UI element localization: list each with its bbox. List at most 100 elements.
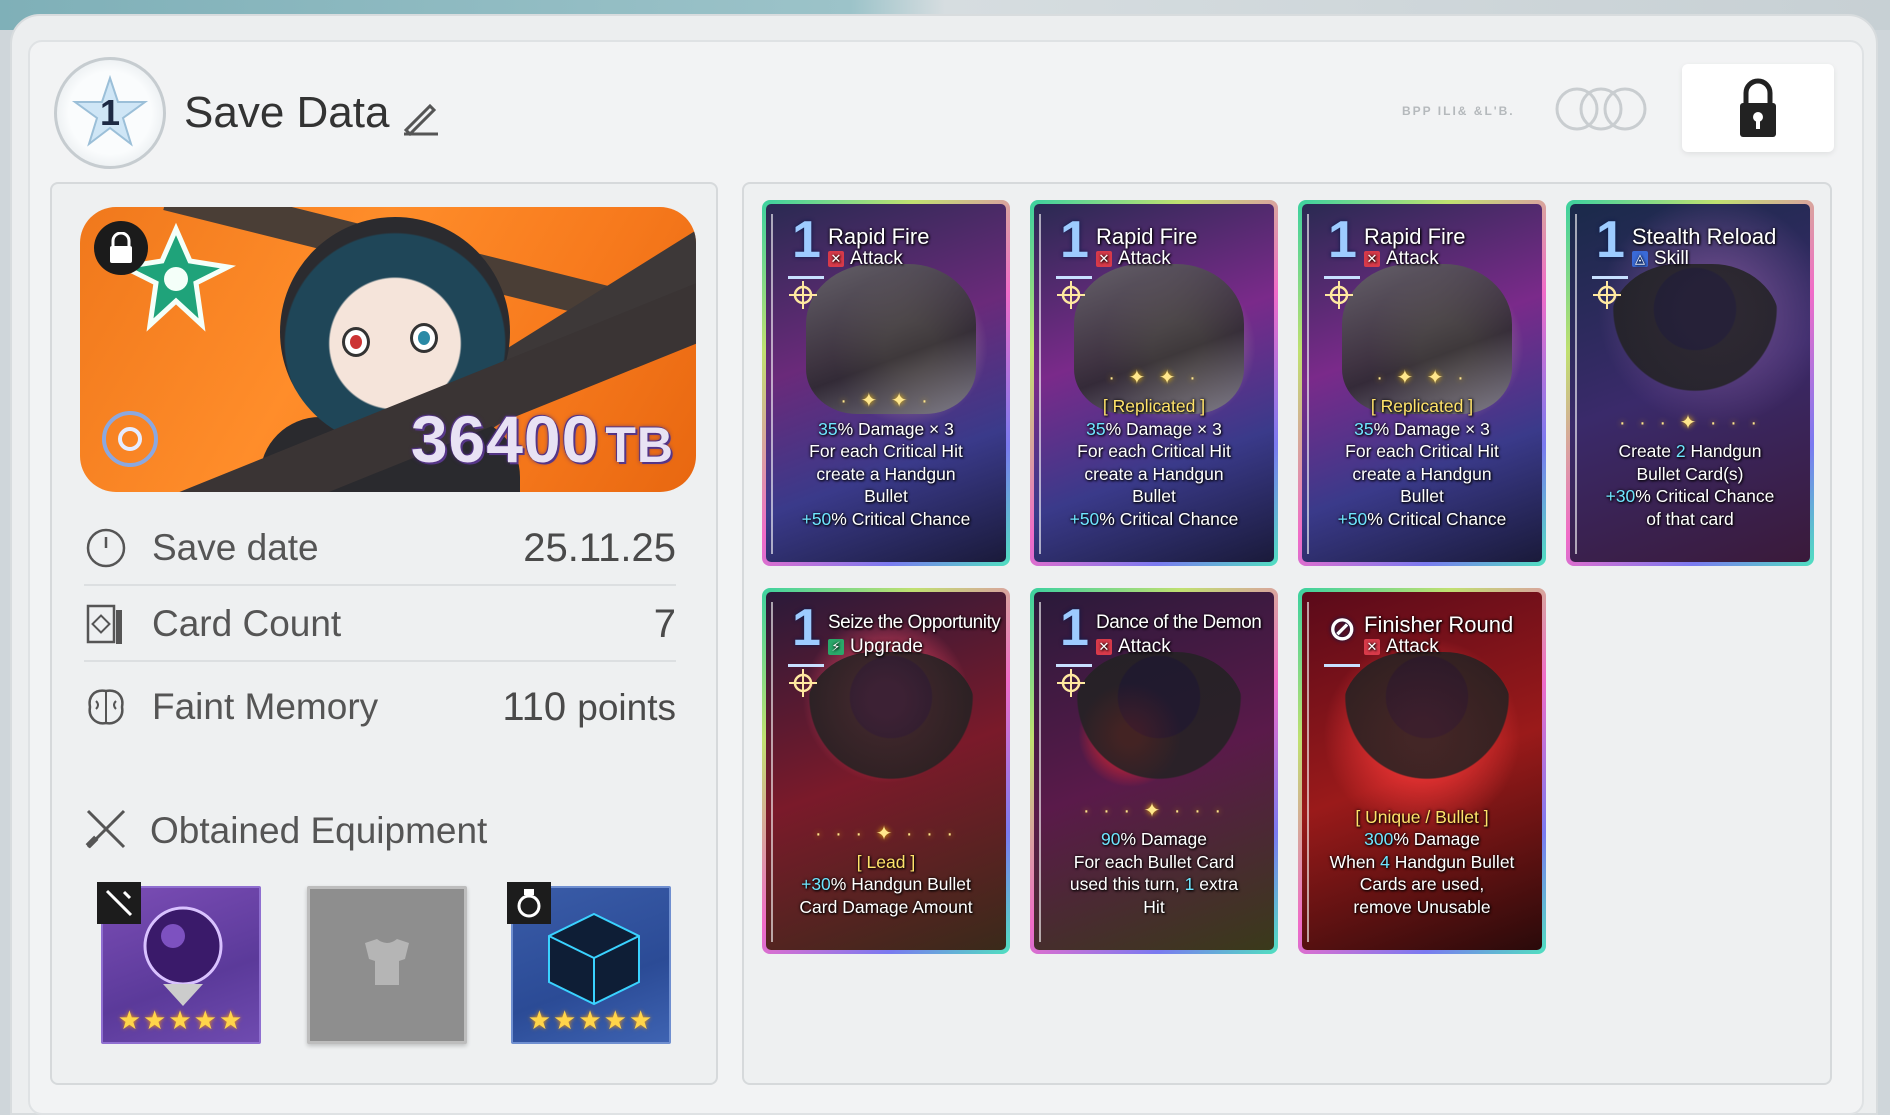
skill-card[interactable]: 1 Rapid Fire ✕ Attack · ✦ ✦ · 35% Damage × 3F… [762, 200, 1010, 566]
description-text: % Handgun Bullet [830, 874, 971, 894]
description-text: For each Critical Hit [1345, 441, 1499, 461]
crosshair-icon [1057, 669, 1085, 697]
lock-icon [1740, 78, 1776, 137]
description-line: Bullet [774, 485, 998, 508]
sparkle-divider: · · · ✦ · · · [1618, 412, 1762, 434]
tb-value: 36400 [410, 402, 600, 476]
description-text: % Damage × 3 [1373, 418, 1490, 439]
card-cost: 1 [792, 211, 821, 269]
card-type-label: Attack [1118, 636, 1171, 657]
save-slot-badge: 1 [54, 57, 166, 169]
skill-card[interactable]: 1 Rapid Fire ✕ Attack · ✦ ✦ · [ Replicated ] 3… [1030, 200, 1278, 566]
cost-underline [1324, 276, 1360, 279]
description-text: % Damage × 3 [1105, 418, 1222, 439]
description-line: For each Bullet Card [1042, 851, 1266, 874]
description-line: 300% Damage [1310, 828, 1534, 851]
character-pupil [418, 331, 430, 345]
banner-lock-icon [94, 221, 148, 275]
crosshair-icon [1325, 281, 1353, 309]
card-cost: 1 [1328, 211, 1357, 269]
card-cost: 1 [1596, 211, 1625, 269]
description-line: Bullet [1310, 485, 1534, 508]
description-line: create a Handgun [1042, 463, 1266, 486]
skill-card[interactable]: 1 Stealth Reload ◬ Skill · · · ✦ · · · Create… [1566, 200, 1814, 566]
description-text: Bullet [864, 486, 908, 506]
card-type: ✕ Attack [1096, 248, 1171, 270]
description-text: remove Unusable [1353, 896, 1491, 917]
highlight-value: 90 [1100, 829, 1121, 849]
description-text: Handgun [1685, 441, 1762, 461]
card-illustration [1610, 264, 1780, 414]
highlight-value: 4 [1380, 851, 1390, 872]
card-type: ⚡ Upgrade [828, 636, 923, 658]
card-name: Stealth Reload [1632, 224, 1777, 249]
attack-icon: ✕ [1364, 639, 1380, 655]
tb-amount: 36400 TB [411, 401, 674, 477]
highlight-value: +50 [801, 508, 832, 529]
stat-value: 25.11.25 [523, 525, 676, 570]
card-border-line [771, 214, 773, 554]
card-art: 1 Rapid Fire ✕ Attack · ✦ ✦ · [ Replicated ] 3… [1302, 204, 1542, 562]
orb-item-icon [143, 906, 223, 1006]
highlight-value: 1 [1184, 874, 1195, 894]
card-name: Rapid Fire [828, 224, 930, 249]
tb-unit: TB [605, 417, 674, 473]
description-text: Bullet Card(s) [1636, 463, 1744, 484]
description-text: create a Handgun [816, 463, 956, 484]
sparkle-divider: · · · ✦ · · · [814, 822, 958, 845]
rarity-stars: ★★★★★ [527, 1005, 655, 1035]
card-art: 1 Rapid Fire ✕ Attack · ✦ ✦ · [ Replicated ] 3… [1034, 204, 1274, 562]
card-art: ⊘ Finisher Round ✕ Attack [ Unique / Bullet … [1302, 592, 1542, 950]
card-type-label: Attack [1118, 248, 1171, 269]
sparkle-divider: · ✦ ✦ · [840, 389, 932, 412]
card-art: 1 Seize the Opportunity ⚡ Upgrade · · · ✦ · … [766, 592, 1006, 950]
stat-value: 110 points [502, 685, 676, 730]
card-border-line [1307, 602, 1309, 942]
description-line: 90% Damage [1042, 828, 1266, 851]
highlight-value: +50 [1069, 508, 1100, 529]
armor-slot[interactable] [307, 886, 467, 1044]
skill-card[interactable]: 1 Seize the Opportunity ⚡ Upgrade · · · ✦ · … [762, 588, 1010, 954]
card-type-label: Upgrade [850, 636, 923, 657]
accessory-slot[interactable]: ★★★★★ [507, 882, 671, 1044]
card-art: 1 Stealth Reload ◬ Skill · · · ✦ · · · Create… [1570, 204, 1810, 562]
description-line: Hit [1042, 896, 1266, 919]
card-illustration [1074, 264, 1244, 414]
skill-card[interactable]: 1 Rapid Fire ✕ Attack · ✦ ✦ · [ Replicated ] 3… [1298, 200, 1546, 566]
page-title: Save Data [184, 88, 390, 137]
brain-icon [84, 685, 128, 729]
card-cost: 1 [1060, 599, 1089, 657]
highlight-value: +50 [1337, 508, 1368, 529]
card-tag: [ Unique / Bullet ] [1355, 806, 1489, 827]
card-tag: [ Lead ] [856, 851, 916, 872]
equipment-heading: Obtained Equipment [84, 806, 487, 856]
stat-row-card-count: Card Count 7 [84, 588, 676, 662]
description-text: create a Handgun [1352, 463, 1492, 484]
card-tag: [ Replicated ] [1370, 396, 1474, 416]
skill-card[interactable]: ⊘ Finisher Round ✕ Attack [ Unique / Bullet … [1298, 588, 1546, 954]
description-line: Bullet [1042, 485, 1266, 508]
spiral-icon [100, 409, 160, 474]
card-type: ✕ Attack [1364, 636, 1439, 658]
attack-icon: ✕ [828, 251, 844, 267]
description-line: When 4 Handgun Bullet [1310, 851, 1534, 874]
description-line: create a Handgun [774, 463, 998, 486]
card-cost: 1 [792, 599, 821, 657]
description-text: % Critical Chance [831, 508, 971, 529]
stat-label: Faint Memory [152, 686, 379, 727]
skill-card[interactable]: 1 Dance of the Demon ✕ Attack · · · ✦ · · · 9… [1030, 588, 1278, 954]
clock-icon [84, 526, 128, 570]
crosshair-icon [1057, 281, 1085, 309]
card-type-label: Attack [1386, 248, 1439, 269]
description-text: When [1329, 851, 1381, 872]
lock-button[interactable] [1682, 64, 1834, 152]
card-type: ✕ Attack [828, 248, 903, 270]
description-line: For each Critical Hit [1042, 440, 1266, 463]
sparkle-divider: · ✦ ✦ · [1376, 367, 1468, 389]
description-text: Bullet [1400, 486, 1444, 506]
description-text: Bullet [1132, 486, 1176, 506]
description-line: 35% Damage × 3 [1310, 418, 1534, 441]
stat-number: 110 [502, 684, 567, 729]
edit-icon[interactable] [400, 96, 440, 141]
weapon-slot[interactable]: ★★★★★ [97, 882, 261, 1044]
